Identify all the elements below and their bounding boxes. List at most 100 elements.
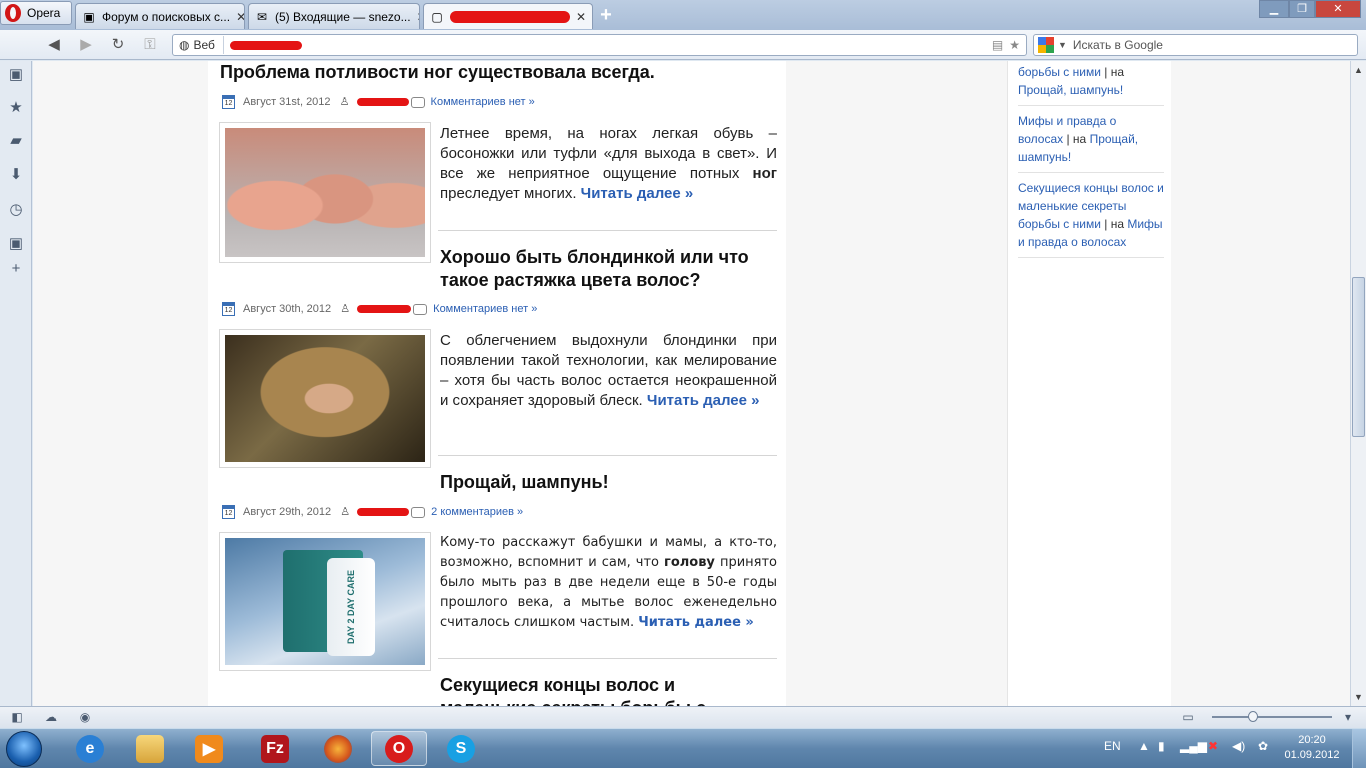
- calendar-icon: 12: [222, 95, 235, 109]
- post-date: Август 29th, 2012: [243, 506, 332, 518]
- google-icon: [1038, 37, 1054, 53]
- signal-icon[interactable]: ▂▄▆: [1180, 739, 1207, 753]
- scrollbar-thumb[interactable]: [1352, 277, 1365, 437]
- comment-icon: [411, 506, 426, 518]
- divider: [438, 455, 777, 456]
- network-error-icon[interactable]: ✖: [1208, 739, 1218, 753]
- calendar-icon: 12: [222, 302, 235, 316]
- scroll-down-icon[interactable]: ▼: [1351, 689, 1366, 705]
- address-bar[interactable]: ◍ Веб ▤ ★: [172, 34, 1027, 56]
- post-title[interactable]: Проблема потливости ног существовала все…: [220, 61, 780, 84]
- read-more-link[interactable]: Читать далее »: [581, 185, 694, 202]
- clock-date: 01.09.2012: [1284, 749, 1340, 761]
- forward-icon[interactable]: ▶: [76, 36, 96, 54]
- sidebar: борьбы с ними | на Прощай, шампунь! Мифы…: [1007, 61, 1171, 706]
- language-indicator[interactable]: EN: [1104, 739, 1121, 753]
- post-title[interactable]: Прощай, шампунь!: [440, 471, 770, 494]
- scroll-up-icon[interactable]: ▲: [1351, 62, 1366, 78]
- downloads-icon[interactable]: ⬇: [7, 166, 25, 184]
- internet-explorer-icon: e: [76, 734, 104, 763]
- post-thumbnail[interactable]: DAY 2 DAY CARE: [219, 532, 431, 671]
- post-date: Август 30th, 2012: [243, 303, 332, 315]
- bookmark-star-icon[interactable]: ★: [1009, 38, 1020, 52]
- rss-icon[interactable]: ▤: [992, 38, 1003, 52]
- post-excerpt: Кому-то расскажут бабушки и мамы, а кто-…: [440, 535, 777, 630]
- search-box[interactable]: ▼ Искать в Google: [1033, 34, 1358, 56]
- notes-icon[interactable]: ▰: [7, 132, 25, 150]
- list-item: борьбы с ними | на Прощай, шампунь!: [1018, 61, 1164, 106]
- web-badge[interactable]: ◍ Веб: [173, 36, 224, 54]
- tray-expand-icon[interactable]: ▲: [1138, 739, 1150, 753]
- tab-current[interactable]: ▢ ✕: [423, 3, 593, 29]
- close-icon[interactable]: ✕: [570, 10, 586, 24]
- divider: [438, 658, 777, 659]
- close-icon[interactable]: ✕: [411, 10, 419, 24]
- post-meta: 12 Август 30th, 2012 ♙ Комментариев нет …: [222, 301, 537, 317]
- taskbar-opera-button[interactable]: O: [371, 731, 427, 766]
- author-icon: ♙: [340, 506, 351, 518]
- close-window-button[interactable]: ✕: [1315, 0, 1361, 18]
- author-icon: ♙: [339, 96, 350, 108]
- filezilla-icon: Fz: [261, 734, 289, 763]
- widgets-icon[interactable]: ▣: [7, 235, 25, 253]
- bookmarks-icon[interactable]: ★: [7, 99, 25, 117]
- comments-link[interactable]: Комментариев нет »: [433, 303, 537, 315]
- start-button[interactable]: [6, 731, 42, 767]
- post-title[interactable]: Хорошо быть блондинкой или что такое рас…: [440, 246, 770, 292]
- author-icon: ♙: [340, 303, 351, 315]
- taskbar-skype-button[interactable]: S: [433, 731, 489, 766]
- opera-menu-button[interactable]: Opera: [0, 1, 72, 25]
- cloud-icon[interactable]: ☁: [43, 709, 59, 725]
- redacted-url: [229, 40, 302, 50]
- post-thumbnail[interactable]: [219, 122, 431, 263]
- comments-link[interactable]: Комментариев нет »: [431, 96, 535, 108]
- read-more-link[interactable]: Читать далее »: [638, 615, 754, 630]
- clock[interactable]: 20:20 01.09.2012: [1282, 733, 1342, 763]
- zoom-slider-handle[interactable]: [1248, 711, 1258, 722]
- taskbar-filezilla-button[interactable]: Fz: [247, 731, 303, 766]
- back-icon[interactable]: ◀: [44, 36, 64, 54]
- taskbar-firefox-button[interactable]: [310, 731, 366, 766]
- key-icon[interactable]: ⚿: [140, 36, 160, 54]
- add-panel-icon[interactable]: +: [7, 260, 25, 278]
- new-tab-plus-icon[interactable]: +: [596, 5, 616, 26]
- post-title[interactable]: Секущиеся концы волос и маленькие секрет…: [440, 674, 740, 706]
- minimize-button[interactable]: ▁: [1259, 0, 1289, 18]
- view-icon[interactable]: ▭: [1180, 709, 1196, 725]
- close-icon[interactable]: ✕: [230, 10, 244, 24]
- comment-icon: [413, 303, 428, 315]
- opera-icon: O: [385, 734, 413, 763]
- media-player-icon: ▶: [195, 734, 223, 763]
- side-panel: [0, 61, 32, 706]
- redacted-author: [357, 305, 412, 313]
- tray-app-icon[interactable]: ✿: [1258, 739, 1268, 753]
- shampoo-bottle-image: DAY 2 DAY CARE: [225, 538, 425, 665]
- zoom-slider[interactable]: [1212, 716, 1332, 718]
- panel-toggle-icon[interactable]: ◧: [9, 709, 25, 725]
- maximize-button[interactable]: ❐: [1289, 0, 1315, 18]
- taskbar-explorer-button[interactable]: [122, 731, 178, 766]
- turbo-icon[interactable]: ◉: [77, 709, 93, 725]
- zoom-reset-icon[interactable]: ▾: [1340, 709, 1356, 725]
- page-icon: ▢: [431, 9, 443, 24]
- tab-mail[interactable]: ✉ (5) Входящие — snezo... ✕: [248, 3, 420, 29]
- comments-link[interactable]: 2 комментариев »: [431, 506, 523, 518]
- taskbar-ie-button[interactable]: e: [62, 731, 118, 766]
- globe-icon: ◍: [179, 38, 190, 52]
- history-icon[interactable]: ◷: [7, 201, 25, 219]
- battery-icon[interactable]: ▮: [1158, 739, 1165, 753]
- read-more-link[interactable]: Читать далее »: [647, 392, 760, 409]
- post-thumbnail[interactable]: [219, 329, 431, 468]
- speed-dial-icon[interactable]: ▣: [7, 66, 25, 84]
- recent-comments-list: борьбы с ними | на Прощай, шампунь! Мифы…: [1018, 61, 1164, 258]
- volume-icon[interactable]: ◀): [1232, 739, 1245, 753]
- show-desktop-button[interactable]: [1352, 729, 1366, 768]
- taskbar-media-button[interactable]: ▶: [181, 731, 237, 766]
- opera-logo-icon: [5, 4, 21, 22]
- tab-forum[interactable]: ▣ Форум о поисковых с... ✕: [75, 3, 245, 29]
- chevron-down-icon[interactable]: ▼: [1058, 40, 1067, 50]
- reload-icon[interactable]: ↻: [108, 36, 128, 54]
- post-excerpt: С облегчением выдохнули блондинки при по…: [440, 332, 777, 409]
- comment-icon: [410, 96, 425, 108]
- post-meta: 12 Август 29th, 2012 ♙ 2 комментариев »: [222, 504, 523, 520]
